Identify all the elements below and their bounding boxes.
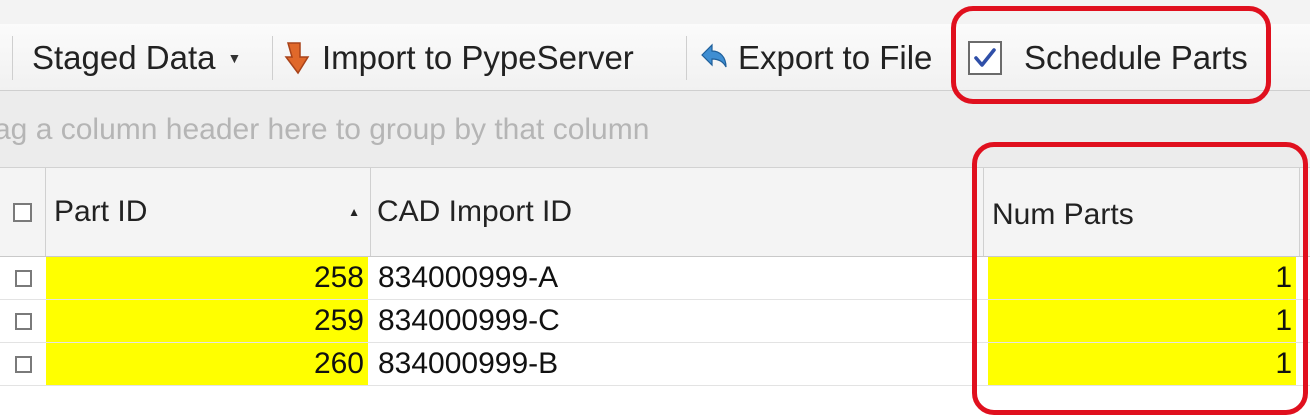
row-checkbox[interactable] [14,355,32,373]
cad-import-id-cell[interactable]: 834000999-A [374,257,982,299]
part-id-cell[interactable]: 259 [46,300,368,342]
annotation-highlight-schedule-parts [951,6,1271,104]
export-label: Export to File [738,39,933,76]
column-header-label: Part ID [54,195,148,228]
row-select-cell [0,300,46,342]
cad-import-id-cell[interactable]: 834000999-B [374,343,982,385]
group-by-hint: ag a column header here to group by that… [0,113,650,146]
staged-data-label: Staged Data [32,39,216,76]
select-all-checkbox[interactable] [13,202,32,222]
row-checkbox[interactable] [14,312,32,330]
export-button[interactable]: Export to File [700,36,932,80]
column-header-label: CAD Import ID [377,195,573,228]
column-header-cad-import-id[interactable]: CAD Import ID [371,168,984,256]
toolbar-separator [12,36,13,80]
staged-data-dropdown[interactable]: Staged Data ▼ [32,36,241,80]
chevron-down-icon: ▼ [227,50,242,66]
import-label: Import to PypeServer [322,39,634,76]
column-header-part-id[interactable]: Part ID ▲ [46,168,371,256]
sort-ascending-icon: ▲ [348,205,360,219]
import-arrow-icon [284,41,314,75]
cad-import-id-cell[interactable]: 834000999-C [374,300,982,342]
row-select-cell [0,343,46,385]
toolbar-separator [686,36,687,80]
row-checkbox[interactable] [14,269,32,287]
import-button[interactable]: Import to PypeServer [284,36,634,80]
select-all-cell [0,168,46,256]
toolbar-separator [272,36,273,80]
part-id-cell[interactable]: 260 [46,343,368,385]
annotation-highlight-num-parts [972,142,1308,415]
export-arrow-icon [700,43,730,73]
part-id-cell[interactable]: 258 [46,257,368,299]
row-select-cell [0,257,46,299]
